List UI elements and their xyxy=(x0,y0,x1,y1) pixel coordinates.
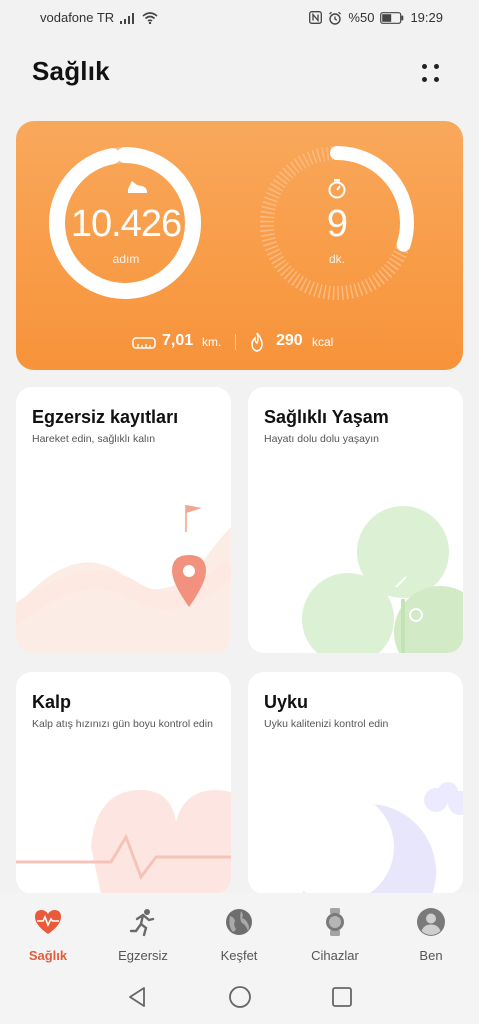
nav-label: Sağlık xyxy=(28,948,68,963)
calories-value: 290 xyxy=(276,332,303,349)
card-title: Egzersiz kayıtları xyxy=(32,407,179,427)
alarm-icon xyxy=(329,11,342,25)
healthy-living-card[interactable]: Sağlıklı Yaşam Hayatı dolu dolu yaşayın xyxy=(248,387,463,653)
exercise-records-card[interactable]: Egzersiz kayıtları Hareket edin, sağlıkl… xyxy=(16,387,231,653)
nav-item-egzersiz[interactable]: Egzersiz xyxy=(98,903,188,963)
more-button[interactable] xyxy=(414,58,450,90)
carrier-name: vodafone TR xyxy=(40,10,115,25)
steps-unit: adım xyxy=(112,252,140,266)
battery-percent: %50 xyxy=(348,10,375,25)
nav-item-kesfet[interactable]: Keşfet xyxy=(194,903,284,963)
steps-value: 10.426 xyxy=(70,203,182,245)
nav-label: Keşfet xyxy=(220,948,258,963)
watch-icon xyxy=(326,908,344,936)
runner-icon xyxy=(129,909,155,937)
nav-label: Cihazlar xyxy=(311,948,359,963)
ruler-icon xyxy=(132,337,156,349)
sleep-card[interactable]: Uyku Uyku kalitenizi kontrol edin xyxy=(248,672,463,894)
page-title: Sağlık xyxy=(32,56,110,86)
bottom-nav: Sağlık Egzersiz Keşfet Cihazlar Ben xyxy=(0,893,479,973)
calories-unit: kcal xyxy=(312,335,334,349)
divider xyxy=(235,334,236,350)
signal-icon xyxy=(120,12,135,24)
stopwatch-icon xyxy=(328,179,346,199)
card-title: Uyku xyxy=(264,692,309,712)
activity-summary: 7,01 km. 290 kcal xyxy=(0,330,479,356)
card-subtitle: Hayatı dolu dolu yaşayın xyxy=(264,433,379,445)
distance-unit: km. xyxy=(202,335,222,349)
system-nav-bar xyxy=(0,973,479,1024)
recents-icon[interactable] xyxy=(331,986,353,1008)
nfc-icon xyxy=(309,11,323,24)
minutes-readout: 9 dk. xyxy=(267,203,407,266)
card-subtitle: Kalp atış hızınızı gün boyu kontrol edin xyxy=(32,718,213,730)
shoe-icon xyxy=(128,181,147,193)
nav-label: Egzersiz xyxy=(118,948,168,963)
back-icon[interactable] xyxy=(126,985,148,1009)
home-icon[interactable] xyxy=(228,985,252,1009)
nav-item-saglik[interactable]: Sağlık xyxy=(3,903,93,963)
card-title: Sağlıklı Yaşam xyxy=(264,407,389,427)
card-title: Kalp xyxy=(32,692,72,712)
battery-icon xyxy=(380,11,404,24)
heart-pulse-icon xyxy=(35,910,61,934)
heart-card[interactable]: Kalp Kalp atış hızınızı gün boyu kontrol… xyxy=(16,672,231,894)
wifi-icon xyxy=(142,11,158,24)
steps-readout: 10.426 adım xyxy=(56,203,196,266)
nav-item-cihazlar[interactable]: Cihazlar xyxy=(290,903,380,963)
clock: 19:29 xyxy=(410,10,443,25)
minutes-unit: dk. xyxy=(328,252,345,266)
globe-icon xyxy=(226,909,252,935)
card-subtitle: Uyku kalitenizi kontrol edin xyxy=(264,718,389,730)
flame-icon xyxy=(251,332,263,352)
card-subtitle: Hareket edin, sağlıklı kalın xyxy=(32,433,156,445)
nav-item-ben[interactable]: Ben xyxy=(386,903,476,963)
distance-value: 7,01 xyxy=(162,332,194,349)
profile-icon xyxy=(417,908,445,936)
nav-label: Ben xyxy=(419,948,443,963)
status-bar: vodafone TR %50 19:29 xyxy=(0,0,479,36)
minutes-value: 9 xyxy=(326,203,348,245)
